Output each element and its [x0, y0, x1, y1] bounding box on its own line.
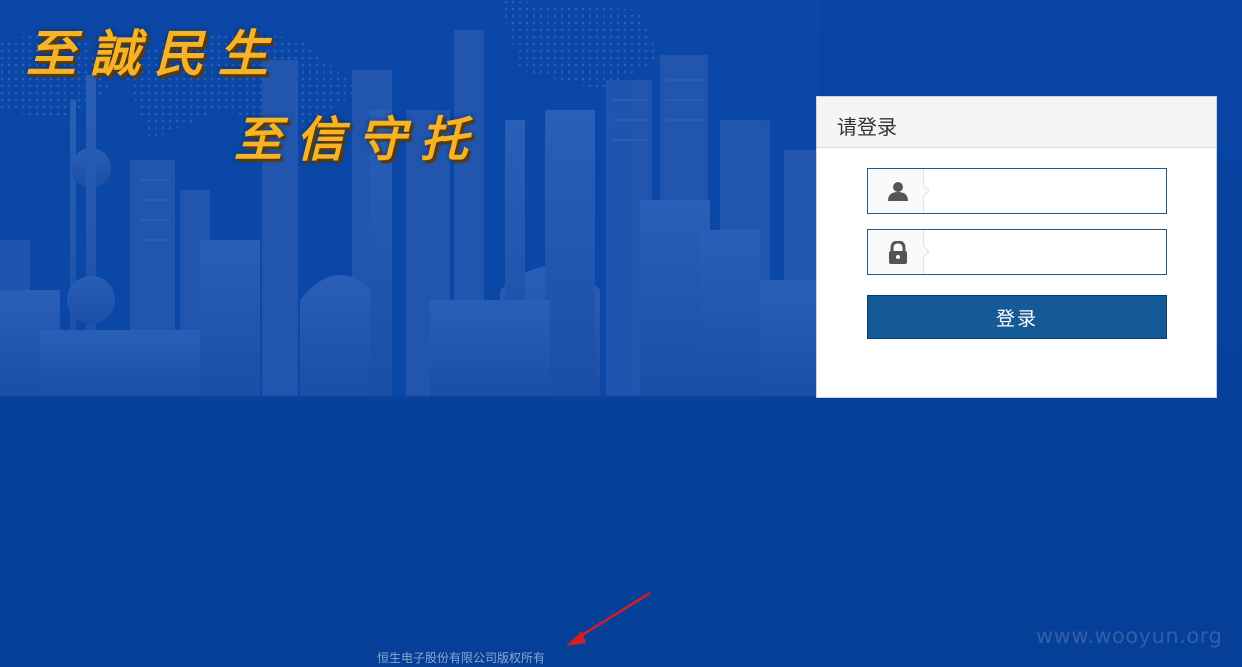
red-arrow-annotation	[566, 591, 651, 646]
login-title: 请登录	[817, 97, 1216, 148]
lock-icon	[889, 241, 907, 264]
username-input[interactable]	[928, 169, 1164, 213]
password-field[interactable]	[867, 229, 1167, 275]
copyright-text: 恒生电子股份有限公司版权所有	[377, 651, 546, 665]
username-field[interactable]	[867, 168, 1167, 214]
watermark-text: www.wooyun.org	[1036, 624, 1223, 648]
password-icon-box	[868, 230, 924, 274]
slogan-line-1: 至誠民生	[26, 24, 282, 83]
login-panel: 请登录 登录	[816, 96, 1217, 398]
login-button[interactable]: 登录	[867, 295, 1167, 339]
login-page: 至誠民生 至信守托 请登录 登录 恒生电子股份有限公司版权所有 www.wooy…	[0, 0, 1242, 667]
password-input[interactable]	[928, 230, 1164, 274]
slogan-line-2: 至信守托	[234, 112, 483, 168]
username-icon-box	[868, 169, 924, 213]
user-icon	[888, 182, 908, 201]
